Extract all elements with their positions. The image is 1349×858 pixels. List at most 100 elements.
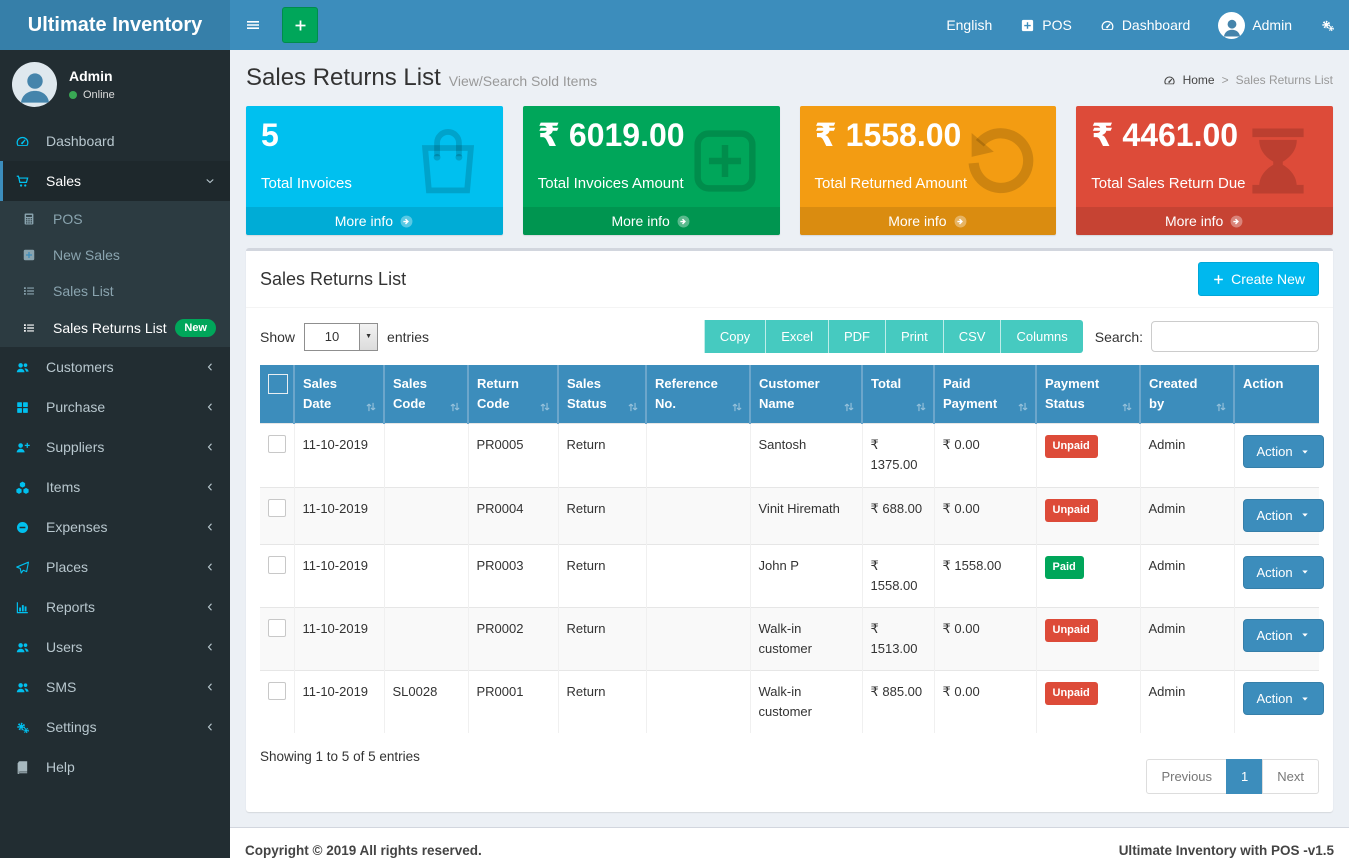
search-input[interactable] xyxy=(1151,321,1319,352)
user-menu[interactable]: Admin xyxy=(1204,0,1306,50)
page-number-button[interactable]: 1 xyxy=(1226,759,1263,794)
action-button[interactable]: Action xyxy=(1243,619,1324,652)
sidebar-item[interactable]: Sales xyxy=(0,161,230,201)
table-row: 11-10-2019 PR0005 Return Santosh ₹ 1375.… xyxy=(260,424,1319,487)
export-button[interactable]: Copy xyxy=(704,320,765,353)
row-checkbox[interactable] xyxy=(268,556,286,574)
sort-icon[interactable] xyxy=(1016,400,1030,414)
column-header[interactable]: Sales Code xyxy=(384,365,468,424)
cell-reference-no xyxy=(646,544,750,607)
cell-select xyxy=(260,487,294,544)
cell-total: ₹ 1558.00 xyxy=(862,544,934,607)
sort-icon[interactable] xyxy=(364,400,378,414)
sort-icon[interactable] xyxy=(730,400,744,414)
page-length-control: Show 10 ▼ entries xyxy=(260,323,429,351)
nav-pos-link[interactable]: POS xyxy=(1006,0,1086,50)
column-header[interactable]: Payment Status xyxy=(1036,365,1140,424)
cell-total: ₹ 1513.00 xyxy=(862,607,934,670)
export-button[interactable]: PDF xyxy=(828,320,885,353)
more-info-link[interactable]: More info xyxy=(523,207,780,235)
sidebar-item[interactable]: Help xyxy=(0,747,230,787)
row-checkbox[interactable] xyxy=(268,682,286,700)
page-length-select[interactable]: 10 ▼ xyxy=(304,323,378,351)
page-title: Sales Returns List xyxy=(246,64,441,92)
list-icon xyxy=(22,284,46,298)
column-header[interactable]: Customer Name xyxy=(750,365,862,424)
brand-logo[interactable]: Ultimate Inventory xyxy=(0,0,230,50)
table-row: 11-10-2019 PR0004 Return Vinit Hiremath … xyxy=(260,487,1319,544)
column-header[interactable]: Sales Date xyxy=(294,365,384,424)
export-button[interactable]: Excel xyxy=(765,320,828,353)
action-button[interactable]: Action xyxy=(1243,435,1324,468)
paper-plane-icon xyxy=(15,560,39,575)
info-box-label: Total Sales Return Due xyxy=(1091,175,1318,192)
sidebar-item[interactable]: Sales List xyxy=(0,273,230,309)
export-button[interactable]: Print xyxy=(885,320,943,353)
sidebar-item[interactable]: Dashboard xyxy=(0,121,230,161)
column-header[interactable]: Total xyxy=(862,365,934,424)
sort-icon[interactable] xyxy=(626,400,640,414)
sidebar-item[interactable]: POS xyxy=(0,201,230,237)
more-info-link[interactable]: More info xyxy=(246,207,503,235)
minus-circle-icon xyxy=(15,520,39,535)
column-header[interactable]: Created by xyxy=(1140,365,1234,424)
caret-down-icon xyxy=(1300,694,1310,704)
version-text: Ultimate Inventory with POS -v1.5 xyxy=(1119,843,1334,858)
sidebar-item[interactable]: Expenses xyxy=(0,507,230,547)
cell-reference-no xyxy=(646,424,750,487)
sort-icon[interactable] xyxy=(842,400,856,414)
cell-paid-payment: ₹ 0.00 xyxy=(934,607,1036,670)
row-checkbox[interactable] xyxy=(268,435,286,453)
sidebar-item[interactable]: Items xyxy=(0,467,230,507)
create-new-button[interactable]: Create New xyxy=(1198,262,1319,296)
sidebar-item[interactable]: Customers xyxy=(0,347,230,387)
action-button[interactable]: Action xyxy=(1243,682,1324,715)
cell-return-code: PR0003 xyxy=(468,544,558,607)
column-header[interactable]: Reference No. xyxy=(646,365,750,424)
grid-icon xyxy=(15,400,39,415)
row-checkbox[interactable] xyxy=(268,499,286,517)
export-button[interactable]: CSV xyxy=(943,320,1001,353)
previous-page-button[interactable]: Previous xyxy=(1146,759,1227,794)
more-info-link[interactable]: More info xyxy=(800,207,1057,235)
sidebar-item[interactable]: Places xyxy=(0,547,230,587)
row-checkbox[interactable] xyxy=(268,619,286,637)
sidebar-item[interactable]: New Sales xyxy=(0,237,230,273)
export-button[interactable]: Columns xyxy=(1000,320,1082,353)
sidebar-item[interactable]: Settings xyxy=(0,707,230,747)
sidebar-item[interactable]: Sales Returns List New xyxy=(0,309,230,347)
sort-icon[interactable] xyxy=(1214,400,1228,414)
sidebar-item[interactable]: Reports xyxy=(0,587,230,627)
sort-icon[interactable] xyxy=(448,400,462,414)
cell-customer-name: Santosh xyxy=(750,424,862,487)
select-all-checkbox[interactable] xyxy=(268,374,288,394)
language-menu[interactable]: English xyxy=(932,0,1006,50)
column-header[interactable]: Return Code xyxy=(468,365,558,424)
sidebar-item[interactable]: SMS xyxy=(0,667,230,707)
sort-icon[interactable] xyxy=(1120,400,1134,414)
action-button[interactable]: Action xyxy=(1243,499,1324,532)
next-page-button[interactable]: Next xyxy=(1262,759,1319,794)
sidebar-item[interactable]: Purchase xyxy=(0,387,230,427)
more-info-link[interactable]: More info xyxy=(1076,207,1333,235)
quick-add-button[interactable] xyxy=(282,7,318,43)
cell-action: Action xyxy=(1234,424,1319,487)
sidebar-item[interactable]: Suppliers xyxy=(0,427,230,467)
top-navbar: Ultimate Inventory English POS Dashboard… xyxy=(0,0,1349,50)
caret-down-icon xyxy=(1300,630,1310,640)
sidebar-item[interactable]: Users xyxy=(0,627,230,667)
cart-icon xyxy=(15,174,39,189)
info-box-value: 5 xyxy=(261,117,488,154)
sort-icon[interactable] xyxy=(914,400,928,414)
sidebar-toggle-button[interactable] xyxy=(230,0,276,50)
action-button[interactable]: Action xyxy=(1243,556,1324,589)
sort-icon[interactable] xyxy=(538,400,552,414)
column-header[interactable]: Sales Status xyxy=(558,365,646,424)
column-header[interactable]: Paid Payment xyxy=(934,365,1036,424)
cell-created-by: Admin xyxy=(1140,487,1234,544)
breadcrumb-home[interactable]: Home xyxy=(1183,73,1215,87)
column-header[interactable]: Action xyxy=(1234,365,1319,424)
info-box-label: Total Returned Amount xyxy=(815,175,1042,192)
settings-menu[interactable] xyxy=(1306,0,1349,50)
nav-dashboard-link[interactable]: Dashboard xyxy=(1086,0,1205,50)
